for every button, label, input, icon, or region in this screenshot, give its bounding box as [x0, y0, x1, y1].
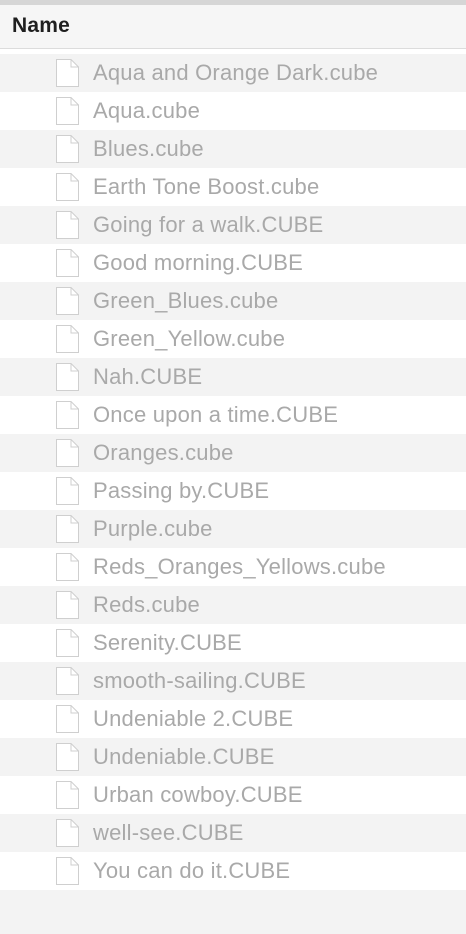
file-row[interactable]: Green_Yellow.cube — [0, 320, 466, 358]
file-name: Reds_Oranges_Yellows.cube — [93, 554, 386, 579]
document-icon — [55, 818, 80, 848]
file-row[interactable]: Aqua and Orange Dark.cube — [0, 54, 466, 92]
file-name: well-see.CUBE — [93, 820, 244, 845]
document-icon — [55, 666, 80, 696]
file-name: Green_Blues.cube — [93, 288, 279, 313]
file-name: Aqua.cube — [93, 98, 200, 123]
file-name: You can do it.CUBE — [93, 858, 291, 883]
document-icon — [55, 780, 80, 810]
file-row[interactable]: Going for a walk.CUBE — [0, 206, 466, 244]
file-name: Serenity.CUBE — [93, 630, 242, 655]
document-icon — [55, 628, 80, 658]
file-row[interactable]: smooth-sailing.CUBE — [0, 662, 466, 700]
file-row[interactable]: Aqua.cube — [0, 92, 466, 130]
file-row[interactable]: Reds_Oranges_Yellows.cube — [0, 548, 466, 586]
document-icon — [55, 856, 80, 886]
file-row[interactable]: Blues.cube — [0, 130, 466, 168]
document-icon — [55, 514, 80, 544]
document-icon — [55, 172, 80, 202]
document-icon — [55, 286, 80, 316]
document-icon — [55, 134, 80, 164]
file-row[interactable]: Serenity.CUBE — [0, 624, 466, 662]
document-icon — [55, 704, 80, 734]
file-name: Earth Tone Boost.cube — [93, 174, 320, 199]
document-icon — [55, 590, 80, 620]
document-icon — [55, 248, 80, 278]
file-name: Undeniable 2.CUBE — [93, 706, 294, 731]
file-name: Good morning.CUBE — [93, 250, 304, 275]
file-row[interactable]: Undeniable 2.CUBE — [0, 700, 466, 738]
file-name: Once upon a time.CUBE — [93, 402, 339, 427]
document-icon — [55, 552, 80, 582]
document-icon — [55, 210, 80, 240]
file-name: Going for a walk.CUBE — [93, 212, 324, 237]
document-icon — [55, 96, 80, 126]
document-icon — [55, 476, 80, 506]
list-empty-area — [0, 890, 466, 934]
file-row[interactable]: Reds.cube — [0, 586, 466, 624]
file-row[interactable]: Purple.cube — [0, 510, 466, 548]
file-row[interactable]: Passing by.CUBE — [0, 472, 466, 510]
file-row[interactable]: Green_Blues.cube — [0, 282, 466, 320]
file-row[interactable]: Undeniable.CUBE — [0, 738, 466, 776]
file-name: Reds.cube — [93, 592, 200, 617]
document-icon — [55, 362, 80, 392]
file-name: Oranges.cube — [93, 440, 234, 465]
file-name: Urban cowboy.CUBE — [93, 782, 303, 807]
file-name: Purple.cube — [93, 516, 213, 541]
file-name: Blues.cube — [93, 136, 204, 161]
document-icon — [55, 438, 80, 468]
document-icon — [55, 324, 80, 354]
file-row[interactable]: Once upon a time.CUBE — [0, 396, 466, 434]
file-row[interactable]: well-see.CUBE — [0, 814, 466, 852]
file-name: Passing by.CUBE — [93, 478, 270, 503]
file-name: Aqua and Orange Dark.cube — [93, 60, 379, 85]
file-row[interactable]: Good morning.CUBE — [0, 244, 466, 282]
file-name: Undeniable.CUBE — [93, 744, 275, 769]
file-list: Aqua and Orange Dark.cube Aqua.cube Blues.… — [0, 54, 466, 890]
column-header-bar: Name — [0, 5, 466, 49]
file-row[interactable]: You can do it.CUBE — [0, 852, 466, 890]
document-icon — [55, 400, 80, 430]
file-row[interactable]: Oranges.cube — [0, 434, 466, 472]
file-name: Nah.CUBE — [93, 364, 203, 389]
file-name: Green_Yellow.cube — [93, 326, 286, 351]
document-icon — [55, 742, 80, 772]
file-row[interactable]: Earth Tone Boost.cube — [0, 168, 466, 206]
document-icon — [55, 58, 80, 88]
file-row[interactable]: Nah.CUBE — [0, 358, 466, 396]
file-name: smooth-sailing.CUBE — [93, 668, 306, 693]
column-header-name[interactable]: Name — [12, 14, 70, 38]
file-row[interactable]: Urban cowboy.CUBE — [0, 776, 466, 814]
